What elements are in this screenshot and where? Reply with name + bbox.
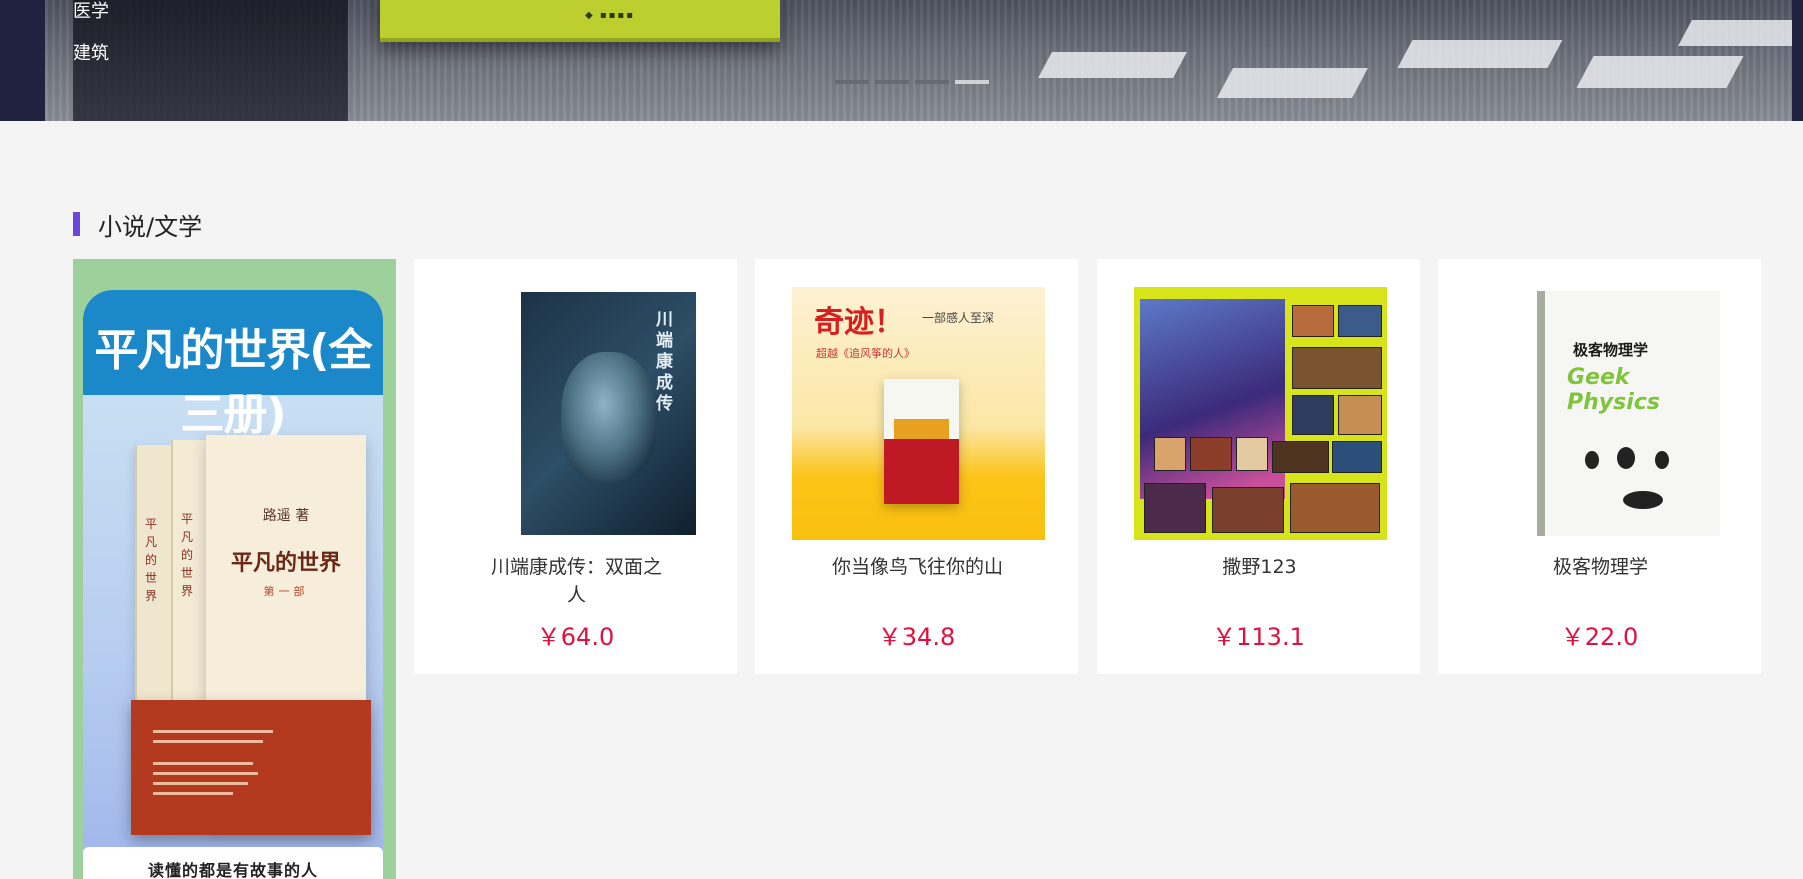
carousel-indicators xyxy=(835,80,989,84)
cover-tile xyxy=(1190,437,1232,471)
cover-book-base xyxy=(884,439,959,504)
banner-road-marking xyxy=(1038,52,1187,78)
cover-figure xyxy=(1655,451,1669,469)
featured-book-banner[interactable]: 平凡的世界(全三册) 平凡的世界 平凡的世界 路遥 著 平凡的世界 第一部 读懂… xyxy=(73,259,396,879)
featured-title: 平凡的世界(全三册) xyxy=(94,325,372,440)
spine-title: 平凡的世界 xyxy=(145,517,158,603)
banner-area: ◆ ▪▪▪▪ 医学 建筑 xyxy=(0,0,1803,121)
carousel-dot-active[interactable] xyxy=(955,80,989,84)
product-name[interactable]: 极客物理学 xyxy=(1508,553,1693,581)
cover-tile xyxy=(1290,483,1380,533)
cover-title: 川端康成传 xyxy=(656,310,673,414)
section-accent-bar xyxy=(73,212,80,236)
category-item-medicine[interactable]: 医学 xyxy=(73,0,109,24)
cover-title: 奇迹！ xyxy=(814,305,904,340)
banner-road-marking xyxy=(1217,68,1368,98)
section-title: 小说/文学 xyxy=(98,212,203,241)
box-text-line xyxy=(153,730,273,733)
product-card[interactable]: 极客物理学 Geek Physics 极客物理学 ￥22.0 xyxy=(1438,259,1761,674)
cover-tile xyxy=(1338,395,1382,435)
product-name[interactable]: 你当像鸟飞往你的山 xyxy=(825,553,1010,581)
product-image[interactable]: 奇迹！ 一部感人至深 超越《追风筝的人》 xyxy=(792,287,1045,540)
cover-figure xyxy=(1585,451,1599,469)
carousel-dot[interactable] xyxy=(915,80,949,84)
cover-tile xyxy=(1236,437,1268,471)
cover-english-title: Geek Physics xyxy=(1567,365,1660,415)
book-cover: 奇迹！ 一部感人至深 超越《追风筝的人》 xyxy=(792,287,1045,540)
banner-book-logo: ◆ ▪▪▪▪ xyxy=(585,10,635,21)
cover-tile xyxy=(1212,487,1284,533)
cover-title: 极客物理学 xyxy=(1573,341,1649,359)
product-name[interactable]: 川端康成传：双面之人 xyxy=(484,553,669,609)
book-cover: 川端康成传 xyxy=(521,292,696,535)
box-text-line xyxy=(153,740,263,743)
featured-book-title: 平凡的世界 xyxy=(230,551,341,576)
cover-book-illustration xyxy=(884,379,959,504)
product-image[interactable] xyxy=(1134,287,1387,540)
product-price: ￥113.1 xyxy=(1212,623,1305,651)
cover-tile xyxy=(1292,347,1382,389)
product-price: ￥34.8 xyxy=(877,623,956,651)
carousel-dot[interactable] xyxy=(875,80,909,84)
product-name[interactable]: 撒野123 xyxy=(1167,553,1352,581)
product-card[interactable]: 奇迹！ 一部感人至深 超越《追风筝的人》 你当像鸟飞往你的山 ￥34.8 xyxy=(755,259,1078,674)
book-cover xyxy=(1134,287,1387,540)
category-item-architecture[interactable]: 建筑 xyxy=(73,42,109,66)
spine-title: 平凡的世界 xyxy=(181,512,194,598)
product-price: ￥64.0 xyxy=(536,623,615,651)
cover-tile xyxy=(1154,437,1186,471)
product-image[interactable]: 极客物理学 Geek Physics xyxy=(1475,287,1728,540)
cover-tile xyxy=(1332,441,1382,473)
cover-portrait xyxy=(561,352,656,482)
cover-tile xyxy=(1272,441,1329,473)
cover-figure xyxy=(1617,447,1635,469)
cover-book: 极客物理学 Geek Physics xyxy=(1537,291,1720,536)
product-card[interactable]: 撒野123 ￥113.1 xyxy=(1097,259,1420,674)
banner-book-image: ◆ ▪▪▪▪ xyxy=(380,0,780,42)
featured-cover-art: 平凡的世界(全三册) 平凡的世界 平凡的世界 路遥 著 平凡的世界 第一部 xyxy=(83,290,383,879)
cover-tile xyxy=(1292,395,1334,435)
featured-box-set xyxy=(131,700,371,835)
banner-road-marking xyxy=(1678,20,1792,46)
box-text-line xyxy=(153,762,253,765)
product-price: ￥22.0 xyxy=(1560,623,1639,651)
section-header: 小说/文学 xyxy=(73,209,203,241)
banner-road-marking xyxy=(1397,40,1563,68)
featured-caption-text: 读懂的都是有故事的人 xyxy=(147,861,318,879)
product-image[interactable]: 川端康成传 xyxy=(451,287,704,540)
featured-book-author: 路遥 著 xyxy=(262,508,310,524)
box-text-line xyxy=(153,772,258,775)
product-card[interactable]: 川端康成传 川端康成传：双面之人 ￥64.0 xyxy=(414,259,737,674)
book-cover: 极客物理学 Geek Physics xyxy=(1475,287,1728,540)
box-text-line xyxy=(153,782,248,785)
cover-figure xyxy=(1623,491,1663,509)
cover-tagline: 超越《追风筝的人》 xyxy=(816,347,915,360)
cover-subtitle: 一部感人至深 xyxy=(922,311,995,325)
box-text-line xyxy=(153,792,233,795)
featured-caption: 读懂的都是有故事的人 xyxy=(83,847,383,879)
cover-tile xyxy=(1338,305,1382,337)
banner-road-marking xyxy=(1576,56,1744,88)
carousel-dot[interactable] xyxy=(835,80,869,84)
cover-tile xyxy=(1292,305,1334,337)
featured-book-volume: 第一部 xyxy=(263,585,309,598)
category-menu: 医学 建筑 xyxy=(73,0,348,121)
cover-tile xyxy=(1144,483,1206,533)
